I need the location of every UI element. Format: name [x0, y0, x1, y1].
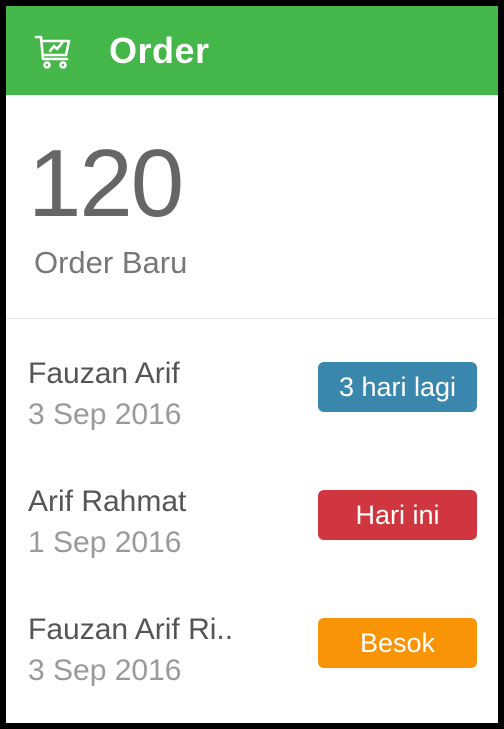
card-header: Order [6, 6, 498, 95]
status-badge: Besok [318, 618, 477, 668]
status-badge: Hari ini [318, 490, 477, 540]
list-item[interactable]: Fauzan Arif 3 Sep 2016 3 hari lagi [6, 319, 498, 447]
list-item[interactable]: Fauzan Arif Ri.. 3 Sep 2016 Besok [6, 575, 498, 703]
order-summary: 120 Order Baru [6, 95, 498, 319]
order-date: 3 Sep 2016 [28, 398, 182, 431]
order-count: 120 [28, 130, 184, 237]
page-title: Order [109, 29, 210, 71]
status-badge: 3 hari lagi [318, 362, 477, 412]
order-count-label: Order Baru [34, 245, 188, 280]
customer-name: Fauzan Arif [28, 357, 180, 390]
list-item[interactable]: Arif Rahmat 1 Sep 2016 Hari ini [6, 447, 498, 575]
shopping-cart-icon [33, 31, 73, 71]
customer-name: Fauzan Arif Ri.. [28, 613, 234, 646]
order-list: Fauzan Arif 3 Sep 2016 3 hari lagi Arif … [6, 319, 498, 703]
customer-name: Arif Rahmat [28, 485, 187, 518]
order-card[interactable]: Order 120 Order Baru Fauzan Arif 3 Sep 2… [6, 6, 498, 723]
order-date: 1 Sep 2016 [28, 526, 182, 559]
order-date: 3 Sep 2016 [28, 654, 182, 687]
